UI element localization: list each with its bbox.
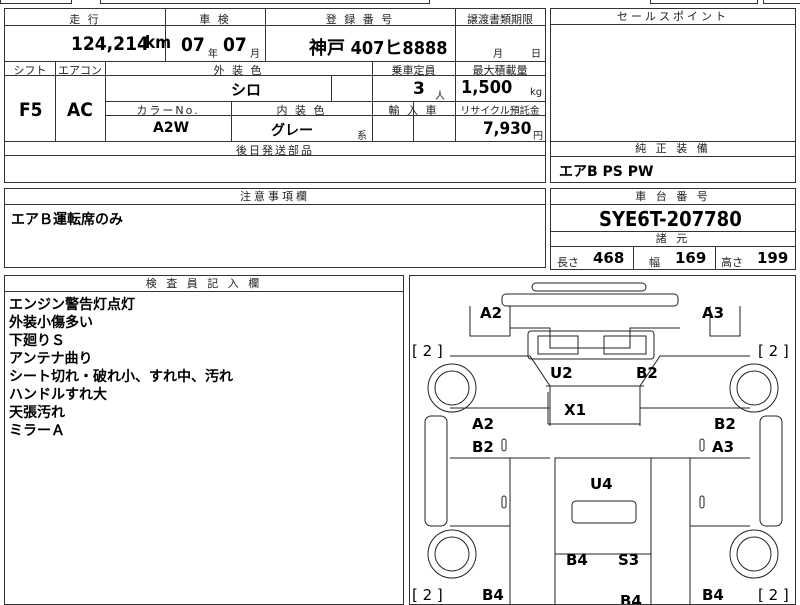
import-label: 輸 入 車: [388, 104, 439, 117]
mark-u2: U2: [550, 364, 573, 382]
length-label: 長さ: [557, 256, 579, 269]
capacity-label: 乗車定員: [391, 64, 436, 77]
interior-color-suffix: 系: [357, 131, 367, 142]
mark-s3: S3: [618, 551, 640, 569]
interior-color-value: グレー: [271, 123, 313, 139]
max-load-value: 1,500: [461, 77, 513, 98]
mileage-label: 走 行: [69, 13, 101, 26]
inspection-month-unit: 月: [250, 49, 260, 60]
sales-point-box: セールスポイント 純 正 装 備 エアB PS PW: [550, 8, 796, 183]
bracket-bottom-left: [ 2 ]: [412, 586, 443, 604]
inspector-note-7: 天張汚れ: [9, 405, 65, 421]
length-value: 468: [593, 249, 625, 267]
specs-label: 諸 元: [551, 231, 795, 247]
sales-point-label: セールスポイント: [551, 9, 795, 25]
caution-label: 注意事項欄: [5, 189, 545, 205]
inspector-note-1: エンジン警告灯点灯: [9, 297, 135, 313]
mark-b4-bottom-right: B4: [702, 586, 724, 604]
mileage-unit: km: [145, 33, 172, 53]
top-strip-box-2: [100, 0, 430, 4]
top-strip-box-3: [650, 0, 758, 4]
bracket-bottom-right: [ 2 ]: [758, 586, 789, 604]
interior-color-label: 内 装 色: [276, 104, 327, 117]
inspection-year: 07: [181, 34, 205, 56]
mark-u4: U4: [590, 475, 613, 493]
registration-label: 登 録 番 号: [325, 13, 395, 26]
inspector-note-6: ハンドルすれ大: [9, 387, 107, 403]
height-value: 199: [757, 249, 789, 267]
bracket-top-right: [ 2 ]: [758, 342, 789, 360]
main-info-table: 走 行 車 検 登 録 番 号 譲渡書類期限 124,214 km 07 年 0…: [4, 8, 546, 183]
max-load-unit: kg: [530, 87, 543, 98]
chassis-box: 車 台 番 号 SYE6T-207780 諸 元 長さ 468 幅 169 高さ…: [550, 188, 796, 270]
inspector-note-4: アンテナ曲り: [9, 351, 93, 367]
capacity-unit: 人: [435, 91, 445, 102]
inspector-label: 検 査 員 記 入 欄: [5, 276, 403, 292]
caution-box: 注意事項欄 エアＢ運転席のみ: [4, 188, 546, 268]
aircon-value: AC: [67, 99, 93, 121]
inspector-note-8: ミラーＡ: [9, 423, 65, 439]
shift-value: F5: [19, 99, 43, 121]
car-diagram-box: A2 A3 U2 B2 X1 A2 B2 B2 A3 U4 B4 S3 B4 B…: [409, 275, 796, 605]
mark-b2-right: B2: [714, 415, 736, 433]
top-strip-box-1: [0, 0, 72, 4]
inspector-note-3: 下廻りＳ: [9, 333, 65, 349]
recycle-label: リサイクル預託金: [460, 106, 540, 117]
color-no-value: A2W: [153, 120, 190, 136]
mark-a2-top: A2: [480, 304, 503, 322]
mark-a2-left: A2: [472, 415, 495, 433]
mark-a3-top: A3: [702, 304, 725, 322]
aircon-label: エアコン: [58, 64, 102, 77]
transfer-label: 譲渡書類期限: [467, 13, 533, 26]
capacity-value: 3: [413, 79, 425, 99]
inspection-year-unit: 年: [208, 49, 218, 60]
later-parts-label: 後日発送部品: [236, 144, 314, 157]
mark-b2-left: B2: [472, 438, 494, 456]
mark-b4-mid: B4: [566, 551, 588, 569]
mark-b4-bottom-mid: B4: [620, 592, 642, 605]
color-no-label: カラーNo.: [136, 104, 200, 117]
inspection-month: 07: [223, 34, 247, 56]
mark-a3-right: A3: [712, 438, 735, 456]
registration-value: 神戸 407ヒ8888: [309, 38, 448, 59]
bracket-top-left: [ 2 ]: [412, 342, 443, 360]
caution-value: エアＢ運転席のみ: [11, 212, 123, 228]
inspector-note-2: 外装小傷多い: [9, 315, 93, 331]
genuine-equipment-label: 純 正 装 備: [551, 141, 795, 157]
car-diagram: [424, 282, 783, 604]
chassis-label: 車 台 番 号: [551, 189, 795, 205]
max-load-label: 最大積載量: [472, 64, 528, 77]
shift-label: シフト: [13, 64, 47, 77]
inspector-note-5: シート切れ・破れ小、すれ中、汚れ: [9, 369, 233, 385]
top-strip-box-4: [763, 0, 800, 4]
genuine-equipment-value: エアB PS PW: [559, 164, 654, 180]
recycle-unit: 円: [533, 131, 543, 142]
height-label: 高さ: [721, 256, 743, 269]
inspector-box: 検 査 員 記 入 欄 エンジン警告灯点灯 外装小傷多い 下廻りＳ アンテナ曲り…: [4, 275, 404, 605]
mileage-value: 124,214: [71, 33, 149, 55]
recycle-value: 7,930: [483, 119, 532, 139]
mark-b4-bottom-left: B4: [482, 586, 504, 604]
mark-b2-top: B2: [636, 364, 658, 382]
transfer-month-unit: 月: [493, 49, 503, 60]
mark-x1: X1: [564, 401, 587, 419]
inspection-label: 車 検: [199, 13, 231, 26]
width-value: 169: [675, 249, 707, 267]
width-label: 幅: [649, 256, 660, 269]
chassis-value: SYE6T-207780: [599, 207, 742, 231]
transfer-day-unit: 日: [531, 49, 541, 60]
exterior-color-value: シロ: [231, 81, 262, 99]
